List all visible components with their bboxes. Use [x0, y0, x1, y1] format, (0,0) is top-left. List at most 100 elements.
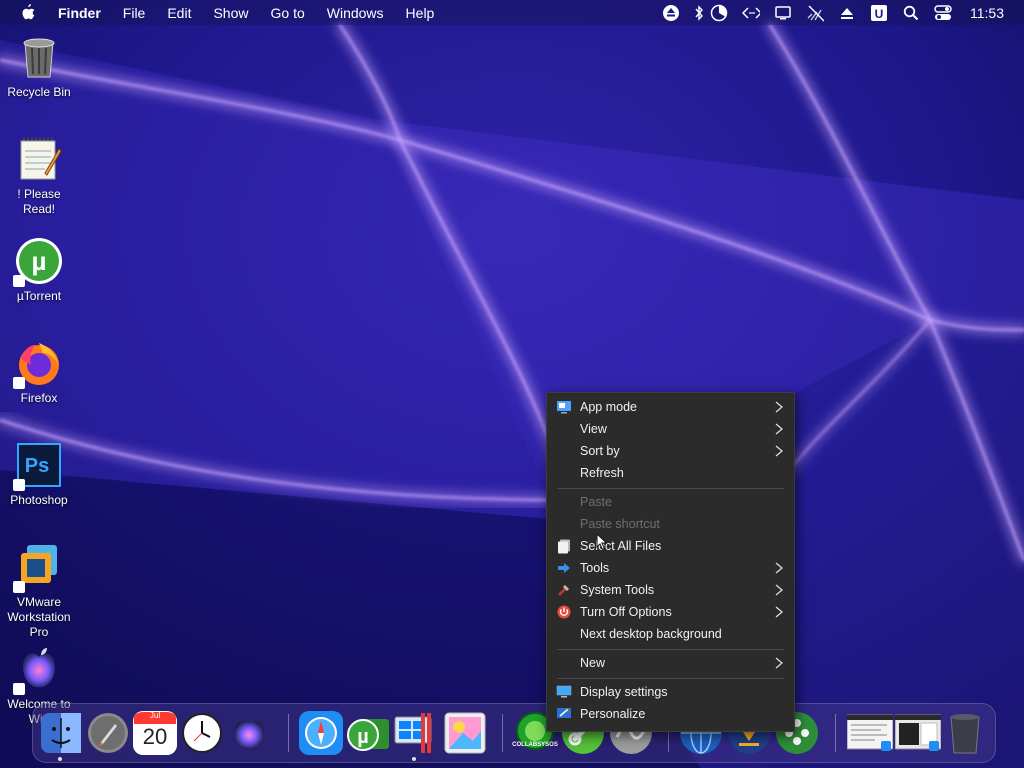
dock-calendar[interactable]: Jul 20 — [133, 711, 177, 755]
dock-window-preview-2[interactable] — [895, 711, 941, 755]
desktop-icon-recycle-bin[interactable]: Recycle Bin — [0, 33, 78, 100]
menu-bar: Finder File Edit Show Go to Windows Help… — [0, 0, 1024, 25]
window-preview-icon — [847, 714, 893, 751]
dock-finder[interactable] — [39, 711, 83, 761]
eject-icon[interactable] — [662, 4, 680, 22]
system-tools-icon — [556, 582, 572, 598]
desktop-icon-firefox[interactable]: Firefox — [0, 339, 78, 406]
desktop-icon-utorrent[interactable]: µ µTorrent — [0, 237, 78, 304]
calendar-day: 20 — [142, 724, 168, 749]
desktop-icon-photoshop[interactable]: Ps Photoshop — [0, 441, 78, 508]
desktop-icon-label: VMware Workstation Pro — [7, 595, 71, 639]
dock-siri[interactable] — [227, 711, 271, 755]
display-icon[interactable] — [774, 4, 792, 22]
finder-icon — [41, 713, 81, 753]
menu-item-view[interactable]: View — [547, 418, 794, 440]
menu-item-app-mode[interactable]: App mode — [547, 396, 794, 418]
menu-item-refresh[interactable]: Refresh — [547, 462, 794, 484]
menu-item-label: Select All Files — [580, 539, 662, 553]
menu-item-label: Turn Off Options — [580, 605, 672, 619]
chevron-right-icon — [775, 401, 784, 413]
dock: Jul 20 µ COLLABSYSOS — [32, 703, 996, 763]
desktop-icon-label: ! Please Read! — [17, 187, 61, 216]
menu-item-label: Sort by — [580, 444, 620, 458]
utorrent-icon: µ — [13, 237, 63, 287]
desktop-wallpaper — [0, 0, 1024, 768]
photoshop-icon: Ps — [13, 441, 63, 491]
menu-file[interactable]: File — [123, 5, 146, 21]
dock-launchpad[interactable] — [86, 711, 130, 755]
u-badge-icon[interactable]: U — [870, 4, 888, 22]
dock-windows-pc[interactable] — [393, 711, 437, 761]
dock-window-preview-1[interactable] — [847, 711, 893, 755]
svg-text:µ: µ — [357, 726, 369, 748]
desktop-icon-vmware[interactable]: VMware Workstation Pro — [0, 543, 78, 640]
dock-safari[interactable] — [299, 711, 343, 755]
chevron-right-icon — [775, 584, 784, 596]
dock-photo-app[interactable] — [443, 711, 487, 755]
app-name-menu[interactable]: Finder — [58, 5, 101, 21]
menu-item-next-desktop-background[interactable]: Next desktop background — [547, 623, 794, 645]
power-icon — [556, 604, 572, 620]
menu-item-system-tools[interactable]: System Tools — [547, 579, 794, 601]
chevron-right-icon — [775, 606, 784, 618]
siri-icon — [234, 720, 264, 750]
menu-item-personalize[interactable]: Personalize — [547, 703, 794, 725]
eject-alt-icon[interactable] — [838, 4, 856, 22]
menu-item-tools[interactable]: Tools — [547, 557, 794, 579]
chevron-right-icon — [775, 423, 784, 435]
chevron-right-icon — [775, 445, 784, 457]
app-mode-icon — [556, 399, 572, 415]
status-area: U 11:53 — [662, 0, 1024, 25]
menu-item-label: Personalize — [580, 707, 646, 721]
menu-help[interactable]: Help — [406, 5, 435, 21]
menu-item-paste: Paste — [547, 491, 794, 513]
desktop-context-menu: App mode View Sort by Refresh Paste Past… — [546, 392, 795, 732]
menu-item-new[interactable]: New — [547, 652, 794, 674]
menu-item-display-settings[interactable]: Display settings — [547, 681, 794, 703]
menu-item-sort-by[interactable]: Sort by — [547, 440, 794, 462]
mute-icon[interactable] — [806, 4, 824, 22]
menu-item-label: Display settings — [580, 685, 668, 699]
personalize-icon — [556, 706, 572, 722]
dock-clock[interactable] — [180, 711, 224, 755]
photo-app-icon — [444, 712, 486, 754]
desktop-icon-label: Photoshop — [10, 493, 68, 507]
control-center-icon[interactable] — [934, 4, 952, 22]
menu-item-label: App mode — [580, 400, 637, 414]
dock-trash[interactable] — [943, 711, 987, 755]
svg-text:U: U — [875, 7, 884, 21]
menu-item-label: Next desktop background — [580, 627, 722, 641]
chevron-right-icon — [775, 657, 784, 669]
dock-separator — [502, 714, 503, 752]
menu-separator — [557, 488, 784, 489]
bluetooth-icon[interactable] — [694, 4, 704, 22]
tools-arrow-icon — [556, 560, 572, 576]
running-indicator — [58, 757, 62, 761]
dock-separator — [835, 714, 836, 752]
code-icon[interactable] — [742, 4, 760, 22]
apple-logo-icon[interactable] — [20, 3, 38, 22]
menu-show[interactable]: Show — [213, 5, 248, 21]
welcome-icon — [13, 645, 63, 695]
search-icon[interactable] — [902, 4, 920, 22]
desktop-icon-label: Recycle Bin — [7, 85, 71, 99]
menu-item-select-all-files[interactable]: Select All Files — [547, 535, 794, 557]
menu-item-turn-off-options[interactable]: Turn Off Options — [547, 601, 794, 623]
dock-separator — [288, 714, 289, 752]
vmware-icon — [13, 543, 63, 593]
menubar-clock[interactable]: 11:53 — [970, 5, 1004, 21]
menu-windows[interactable]: Windows — [327, 5, 384, 21]
menu-item-label: Tools — [580, 561, 610, 575]
menu-go-to[interactable]: Go to — [271, 5, 305, 21]
shortcut-arrow-icon — [13, 581, 25, 593]
desktop-icon-please-read[interactable]: ! Please Read! — [0, 135, 78, 217]
battery-pie-icon[interactable] — [710, 4, 728, 22]
svg-text:µ: µ — [32, 246, 47, 276]
collabsysos-label: COLLABSYSOS — [512, 742, 558, 748]
dock-utorrent-folder[interactable]: µ — [347, 711, 391, 755]
desktop-icon-label: Firefox — [20, 391, 58, 405]
trash-icon — [950, 714, 980, 754]
safari-icon — [299, 711, 343, 755]
menu-edit[interactable]: Edit — [167, 5, 191, 21]
